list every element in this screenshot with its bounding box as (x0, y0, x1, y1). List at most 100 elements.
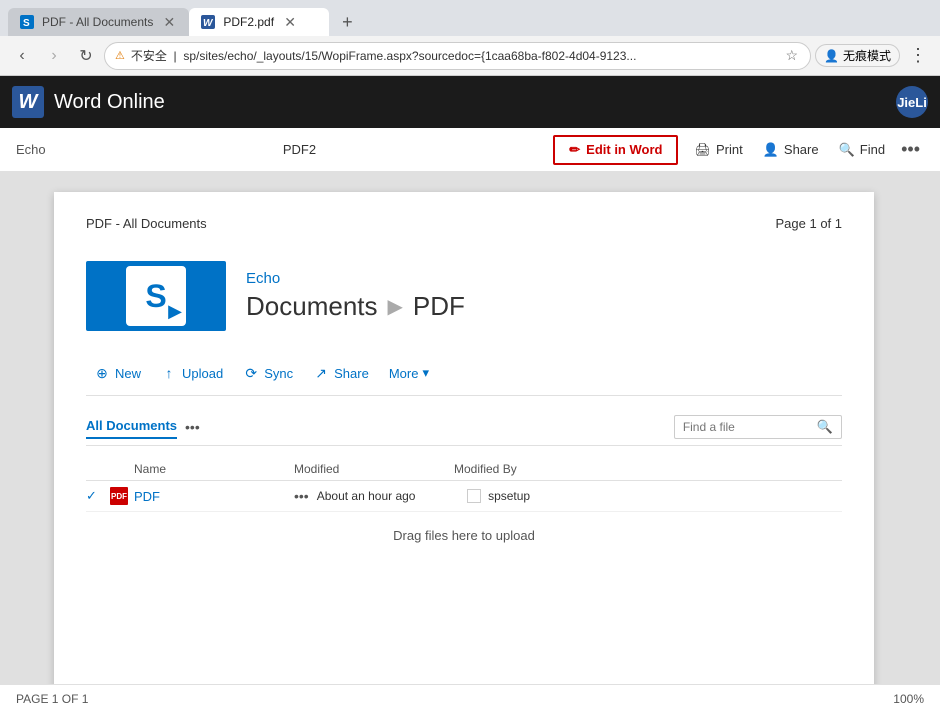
address-text: 不安全 | sp/sites/echo/_layouts/15/WopiFram… (131, 47, 778, 64)
upload-icon: ↑ (161, 365, 177, 381)
forward-button[interactable]: › (40, 42, 68, 70)
sp-title-area: Echo Documents ▶ PDF (246, 270, 465, 322)
tab-pdf2[interactable]: W PDF2.pdf ✕ (189, 8, 329, 36)
sp-arrow-icon: ▶ (168, 301, 182, 322)
document-scroll[interactable]: PDF - All Documents Page 1 of 1 S ▶ Echo (0, 172, 928, 684)
sp-logo-area: S ▶ Echo Documents ▶ PDF (86, 261, 842, 331)
new-label: New (115, 366, 141, 381)
sync-label: Sync (264, 366, 293, 381)
browser-chrome: S PDF - All Documents ✕ W PDF2.pdf ✕ + ‹… (0, 0, 940, 76)
breadcrumb-2: PDF (413, 291, 465, 322)
file-modby-name: spsetup (488, 489, 530, 503)
upload-button[interactable]: ↑ Upload (153, 361, 231, 385)
toolbar-breadcrumb: Echo (16, 142, 46, 157)
tab-bar: S PDF - All Documents ✕ W PDF2.pdf ✕ + (0, 0, 940, 36)
pencil-icon: ✏ (569, 142, 580, 158)
page-header-title: PDF - All Documents (86, 216, 207, 231)
address-actions: ☆ (783, 45, 800, 66)
security-icon: ⚠ (115, 49, 125, 62)
main-toolbar: Echo PDF2 ✏ Edit in Word 🖨 Print 👤 Share… (0, 128, 940, 172)
app-bar: W Word Online JieLi (0, 76, 940, 128)
doc-nav: All Documents ••• 🔍 (86, 408, 842, 446)
tab2-title: PDF2.pdf (223, 15, 274, 29)
share-button[interactable]: 👤 Share (755, 137, 827, 163)
file-ellipsis-button[interactable]: ••• (294, 488, 309, 504)
share-doc-icon: ↗ (313, 365, 329, 381)
tab1-title: PDF - All Documents (42, 15, 153, 29)
share-doc-label: Share (334, 366, 369, 381)
all-documents-nav[interactable]: All Documents (86, 414, 177, 439)
user-initials: JieLi (897, 95, 927, 110)
pdf-file-icon: PDF (110, 487, 128, 505)
svg-text:S: S (23, 18, 30, 29)
breadcrumb-arrow: ▶ (388, 294, 403, 319)
back-button[interactable]: ‹ (8, 42, 36, 70)
file-check[interactable]: ✓ (86, 488, 110, 504)
file-list-header: Name Modified Modified By (86, 458, 842, 481)
header-name[interactable]: Name (134, 462, 294, 476)
tab-favicon-1: S (20, 15, 34, 29)
page-number: Page 1 of 1 (776, 216, 843, 231)
toolbar-doc-name: PDF2 (283, 142, 316, 157)
bookmark-icon[interactable]: ☆ (783, 45, 800, 66)
find-file-input[interactable] (683, 420, 813, 434)
pdf-icon-text: PDF (111, 492, 127, 501)
edit-in-word-button[interactable]: ✏ Edit in Word (553, 135, 678, 165)
tab-pdf-alldocs[interactable]: S PDF - All Documents ✕ (8, 8, 189, 36)
reload-button[interactable]: ↻ (72, 42, 100, 70)
file-checkbox[interactable] (467, 489, 481, 503)
search-icon: 🔍 (817, 419, 833, 435)
tab1-close[interactable]: ✕ (161, 14, 177, 30)
doc-more-button[interactable]: More ▾ (381, 361, 437, 385)
print-label: Print (716, 142, 743, 157)
file-name[interactable]: PDF (134, 489, 294, 504)
address-bar[interactable]: ⚠ 不安全 | sp/sites/echo/_layouts/15/WopiFr… (104, 42, 811, 70)
document-area: PDF - All Documents Page 1 of 1 S ▶ Echo (0, 172, 940, 684)
word-icon: W (12, 86, 44, 118)
find-button[interactable]: 🔍 Find (831, 137, 893, 163)
tab2-close[interactable]: ✕ (282, 14, 298, 30)
file-modified: About an hour ago (317, 489, 467, 503)
new-icon: ⊕ (94, 365, 110, 381)
sync-button[interactable]: ⟳ Sync (235, 361, 301, 385)
share-label: Share (784, 142, 819, 157)
browser-controls: ‹ › ↻ ⚠ 不安全 | sp/sites/echo/_layouts/15/… (0, 36, 940, 76)
header-modby[interactable]: Modified By (454, 462, 517, 476)
word-logo: W Word Online (12, 86, 165, 118)
file-modby: spsetup (467, 489, 530, 504)
svg-text:W: W (203, 18, 214, 29)
find-icon: 🔍 (839, 142, 855, 158)
breadcrumb-1: Documents (246, 291, 378, 322)
toolbar-more-button[interactable]: ••• (897, 135, 924, 164)
page-count: PAGE 1 OF 1 (16, 692, 88, 706)
file-row: ✓ PDF PDF ••• About an hour ago spsetup (86, 481, 842, 512)
browser-menu-button[interactable]: ⋮ (904, 42, 932, 70)
new-button[interactable]: ⊕ New (86, 361, 149, 385)
find-label: Find (860, 142, 885, 157)
sharepoint-content: S ▶ Echo Documents ▶ PDF (86, 251, 842, 569)
doc-more-label: More (389, 366, 419, 381)
address-url: sp/sites/echo/_layouts/15/WopiFrame.aspx… (183, 49, 636, 63)
page-header: PDF - All Documents Page 1 of 1 (86, 216, 842, 231)
tab-favicon-2: W (201, 15, 215, 29)
profile-icon: 👤 (824, 49, 839, 63)
profile-label: 无痕模式 (843, 47, 891, 64)
header-modified[interactable]: Modified (294, 462, 454, 476)
address-security: 不安全 (131, 49, 167, 63)
toolbar-actions: 🖨 Print 👤 Share 🔍 Find ••• (686, 135, 924, 164)
share-doc-button[interactable]: ↗ Share (305, 361, 377, 385)
doc-nav-search[interactable]: 🔍 (674, 415, 842, 439)
profile-button[interactable]: 👤 无痕模式 (815, 44, 900, 67)
zoom-level: 100% (893, 692, 924, 706)
drag-upload-text: Drag files here to upload (86, 512, 842, 559)
doc-nav-more-button[interactable]: ••• (185, 419, 200, 435)
share-icon: 👤 (763, 142, 779, 158)
app-name: Word Online (54, 91, 165, 114)
sp-s-icon: S ▶ (126, 266, 186, 326)
user-badge[interactable]: JieLi (896, 86, 928, 118)
print-button[interactable]: 🖨 Print (686, 137, 750, 163)
sp-doc-title: Documents ▶ PDF (246, 291, 465, 322)
upload-label: Upload (182, 366, 223, 381)
new-tab-button[interactable]: + (333, 8, 361, 36)
doc-toolbar: ⊕ New ↑ Upload ⟳ Sync ↗ Share (86, 351, 842, 396)
